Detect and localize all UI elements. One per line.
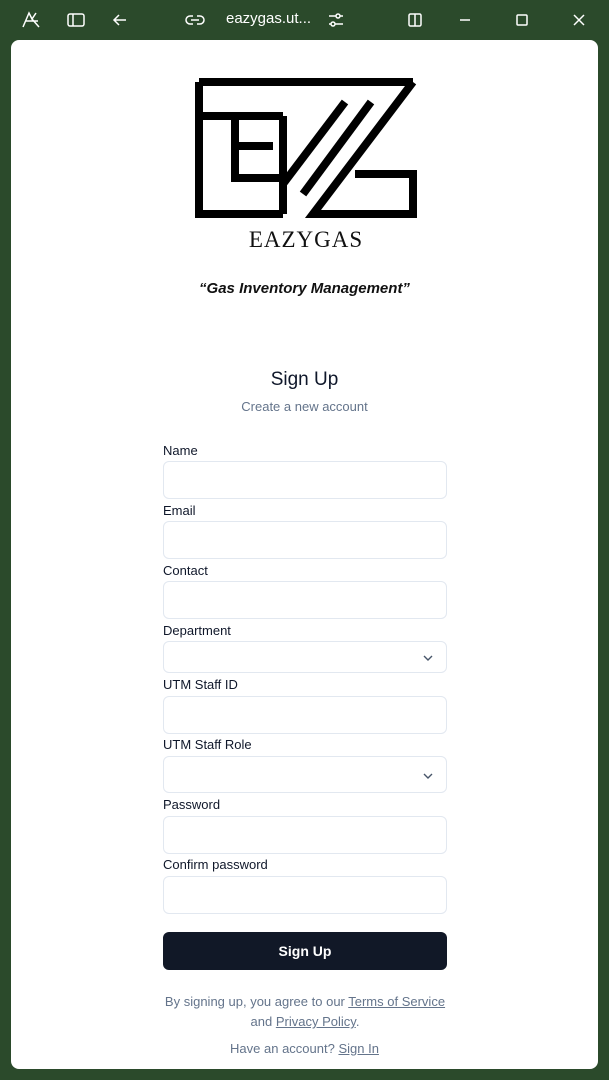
password-label: Password	[163, 797, 221, 812]
maximize-icon[interactable]	[510, 8, 534, 32]
email-input[interactable]	[163, 521, 447, 559]
page-title: Sign Up	[270, 369, 339, 390]
staff-role-label: UTM Staff Role	[163, 737, 252, 752]
address-bar-url[interactable]: eazygas.ut...	[226, 10, 311, 27]
browser-title-bar: eazygas.ut...	[0, 0, 609, 40]
staff-id-label: UTM Staff ID	[163, 677, 238, 692]
split-view-icon[interactable]	[403, 8, 427, 32]
contact-input[interactable]	[163, 581, 447, 619]
name-input[interactable]	[163, 461, 447, 499]
chevron-down-icon	[422, 769, 434, 781]
site-settings-icon[interactable]	[324, 8, 348, 32]
staff-id-input[interactable]	[163, 696, 447, 734]
department-select[interactable]	[163, 641, 447, 673]
password-input[interactable]	[163, 816, 447, 854]
terms-middle: and	[250, 1014, 276, 1029]
close-icon[interactable]	[567, 8, 591, 32]
chevron-down-icon	[422, 651, 434, 663]
contact-label: Contact	[163, 563, 208, 578]
name-label: Name	[163, 443, 198, 458]
sign-up-button[interactable]: Sign Up	[163, 932, 447, 970]
back-arrow-icon[interactable]	[108, 8, 132, 32]
signup-page: EAZYGAS “Gas Inventory Management” Sign …	[11, 40, 598, 1069]
logo-wordmark: EAZYGAS	[248, 227, 364, 252]
browser-logo-icon[interactable]	[19, 8, 43, 32]
page-subtitle: Create a new account	[241, 399, 368, 414]
terms-prefix: By signing up, you agree to our	[164, 994, 349, 1009]
signin-text: Have an account?	[230, 1041, 339, 1056]
confirm-password-label: Confirm password	[163, 857, 268, 872]
terms-suffix: .	[355, 1014, 360, 1029]
tagline: “Gas Inventory Management”	[199, 280, 410, 297]
sidebar-toggle-icon[interactable]	[64, 8, 88, 32]
sign-in-link[interactable]: Sign In	[338, 1041, 378, 1056]
staff-role-select[interactable]	[163, 756, 447, 793]
terms-of-service-link[interactable]: Terms of Service	[348, 994, 445, 1009]
terms-notice: By signing up, you agree to our Terms of…	[163, 992, 447, 1032]
department-label: Department	[163, 623, 231, 638]
minimize-icon[interactable]	[453, 8, 477, 32]
email-label: Email	[163, 503, 196, 518]
link-icon[interactable]	[183, 8, 207, 32]
signin-prompt: Have an account? Sign In	[11, 1041, 598, 1056]
confirm-password-input[interactable]	[163, 876, 447, 914]
privacy-policy-link[interactable]: Privacy Policy	[276, 1014, 356, 1029]
